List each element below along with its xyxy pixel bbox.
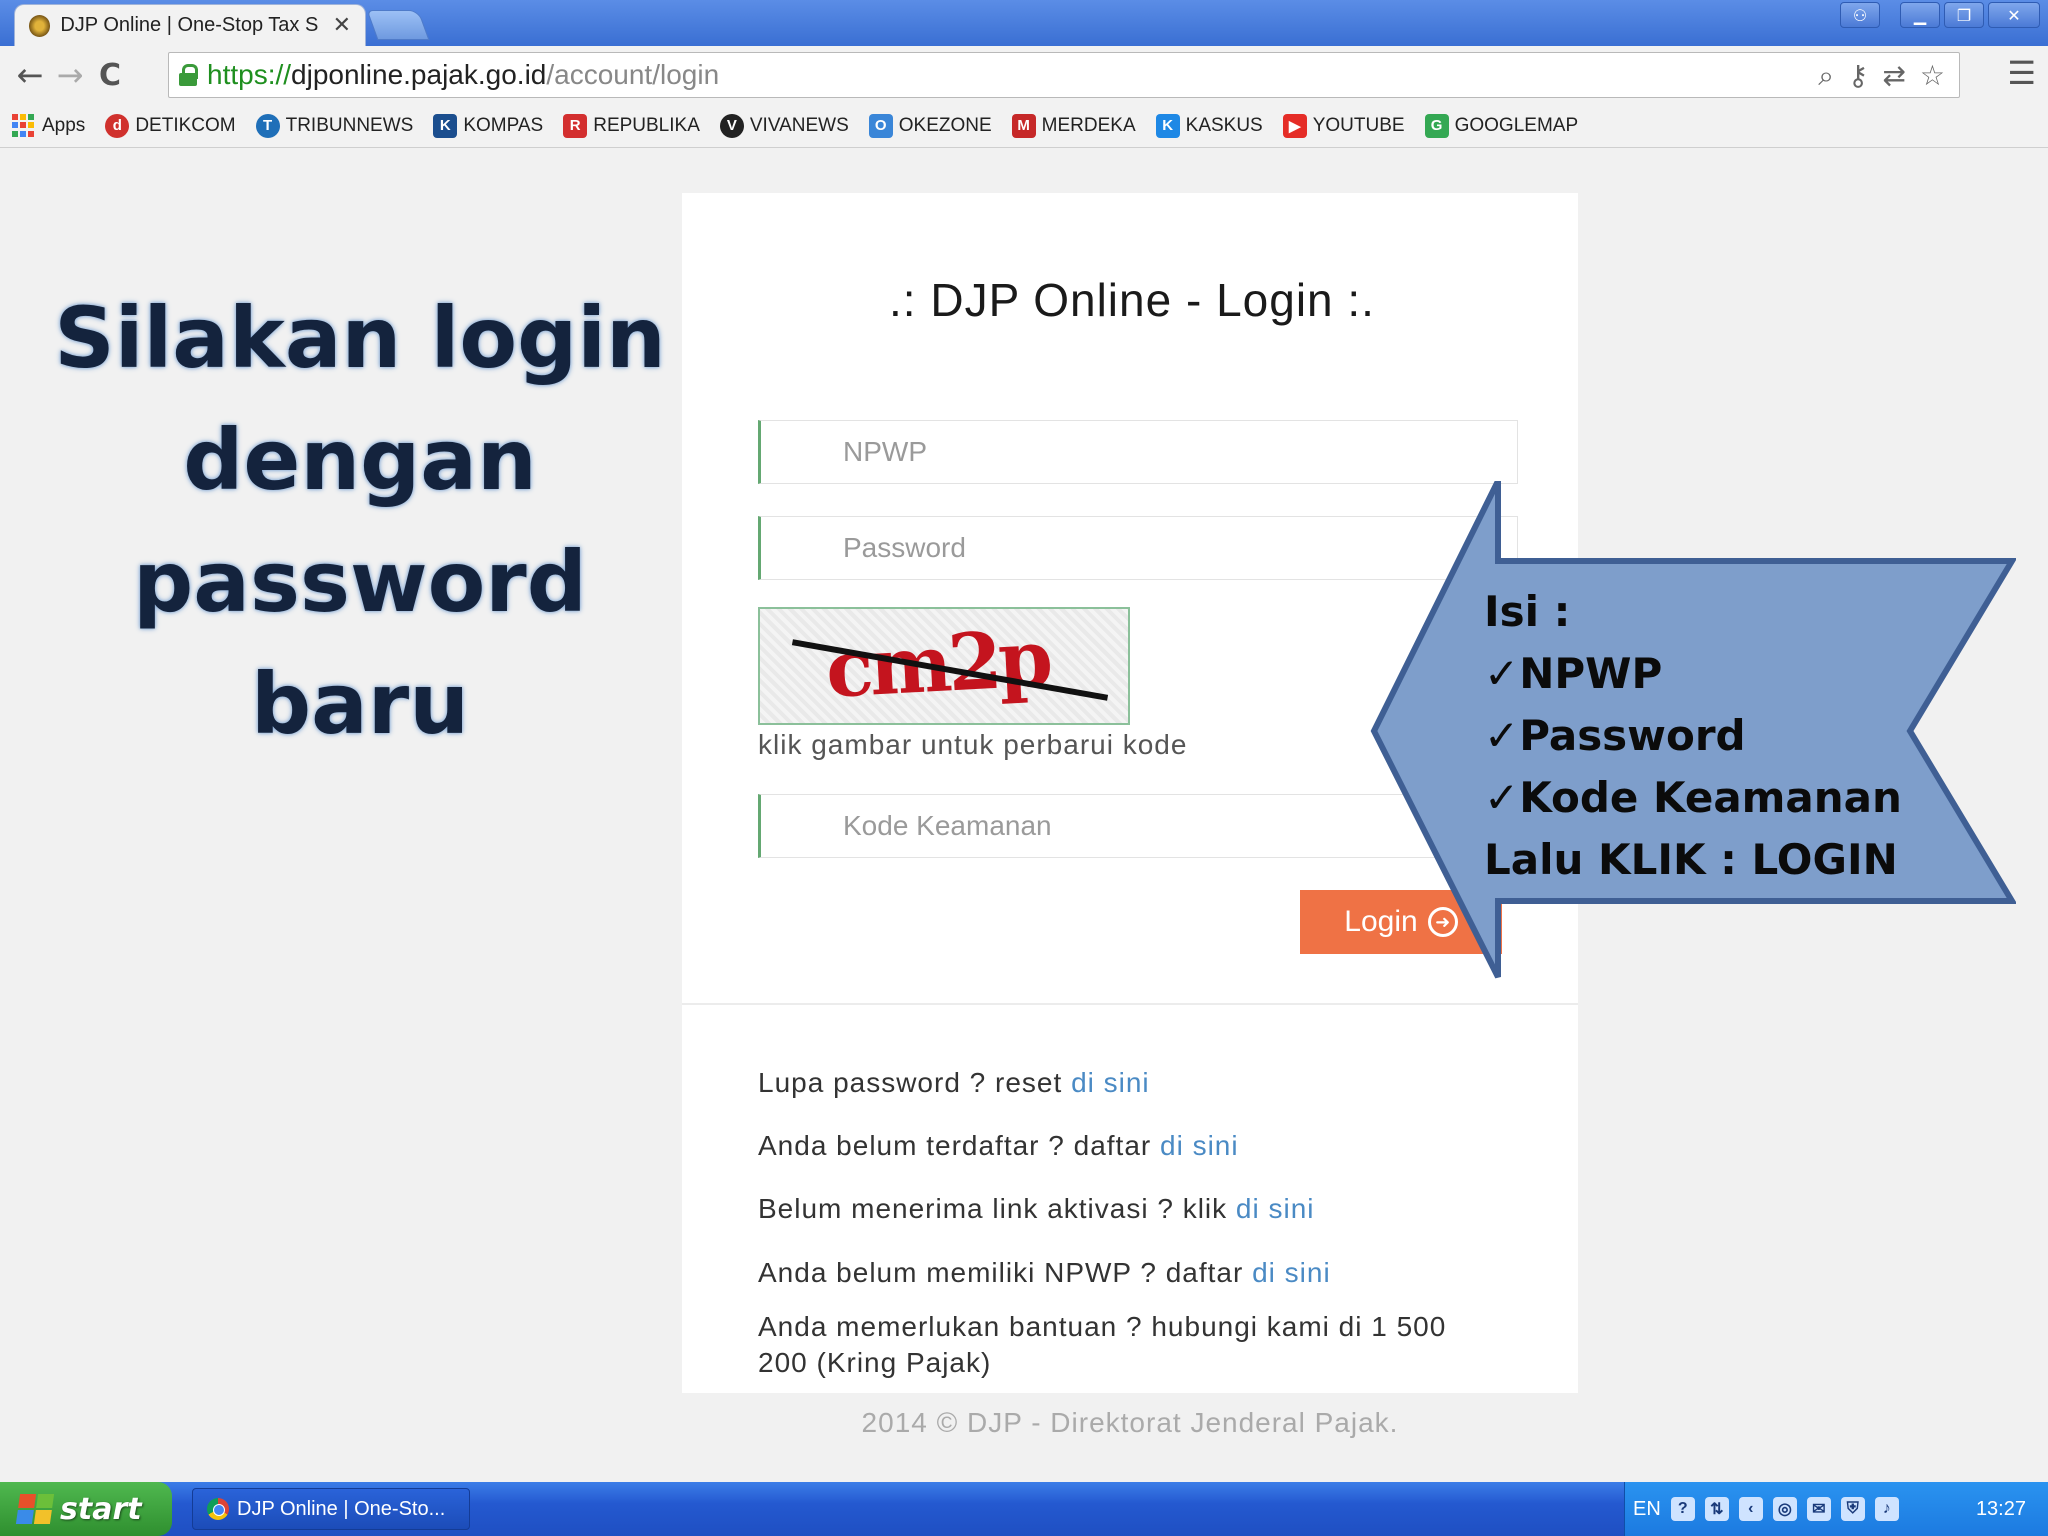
forgot-password-line: Lupa password ? reset di sini: [758, 1067, 1150, 1098]
bookmark-republika[interactable]: R REPUBLIKA: [563, 113, 700, 138]
bookmark-kompas[interactable]: K KOMPAS: [433, 113, 543, 138]
key-icon[interactable]: ⚷: [1848, 59, 1869, 93]
clock: 13:27: [1975, 1497, 2026, 1520]
address-bar[interactable]: https://djponline.pajak.go.id/account/lo…: [168, 52, 1960, 98]
captcha-hint: klik gambar untuk perbarui kode: [758, 729, 1188, 760]
bookmark-vivanews[interactable]: V VIVANEWS: [719, 113, 849, 138]
taskbar-chrome-window[interactable]: DJP Online | One-Sto...: [192, 1488, 470, 1530]
googlemap-icon: G: [1424, 113, 1449, 138]
instruction-callout: Isi : ✓NPWP ✓Password ✓Kode Keamanan Lal…: [1364, 481, 2016, 981]
tray-expand-icon[interactable]: ‹: [1738, 1497, 1763, 1521]
new-tab-button[interactable]: [366, 10, 430, 40]
npwp-register-line: Anda belum memiliki NPWP ? daftar di sin…: [758, 1257, 1331, 1288]
page-footer: 2014 © DJP - Direktorat Jenderal Pajak.: [861, 1407, 1399, 1438]
antivirus-icon[interactable]: ⛨: [1840, 1497, 1865, 1521]
resend-activation-link[interactable]: di sini: [1236, 1193, 1315, 1224]
register-link[interactable]: di sini: [1160, 1130, 1239, 1161]
bookmark-kaskus[interactable]: K KASKUS: [1155, 113, 1263, 138]
browser-toolbar: ← → C https://djponline.pajak.go.id/acco…: [0, 46, 2048, 104]
system-tray: EN ? ⇅ ‹ ◎ ✉ ⛨ ♪ 13:27: [1624, 1482, 2048, 1536]
kaskus-icon: K: [1155, 113, 1180, 138]
chrome-menu-icon[interactable]: ☰: [2007, 54, 2036, 92]
activation-line: Belum menerima link aktivasi ? klik di s…: [758, 1193, 1315, 1224]
help-text: Anda memerlukan bantuan ? hubungi kami d…: [758, 1311, 1447, 1378]
language-indicator[interactable]: EN: [1633, 1498, 1661, 1521]
bookmark-tribunnews[interactable]: T TRIBUNNEWS: [255, 113, 413, 138]
reset-password-link[interactable]: di sini: [1071, 1067, 1150, 1098]
minimize-button[interactable]: ▁: [1900, 2, 1940, 28]
bookmark-merdeka[interactable]: M MERDEKA: [1011, 113, 1136, 138]
volume-icon[interactable]: ♪: [1874, 1497, 1899, 1521]
chrome-icon: [207, 1498, 229, 1520]
back-button[interactable]: ←: [10, 55, 50, 95]
restore-button[interactable]: ❐: [1944, 2, 1984, 28]
messenger-icon[interactable]: ✉: [1806, 1497, 1831, 1521]
npwp-register-link[interactable]: di sini: [1252, 1257, 1331, 1288]
bookmarks-bar: Apps d DETIKCOM T TRIBUNNEWS K KOMPAS R REPU…: [0, 104, 2048, 148]
okezone-icon: O: [868, 113, 893, 138]
bookmark-detikcom[interactable]: d DETIKCOM: [105, 113, 236, 138]
site-favicon-icon: [29, 14, 51, 37]
bookmark-youtube[interactable]: ▶ YOUTUBE: [1282, 113, 1405, 138]
vivanews-icon: V: [719, 113, 744, 138]
translate-icon[interactable]: ⇄: [1882, 59, 1905, 93]
reload-button[interactable]: C: [90, 55, 130, 95]
bookmark-apps[interactable]: Apps: [12, 113, 85, 138]
bookmark-okezone[interactable]: O OKEZONE: [868, 113, 992, 138]
tab-close-icon[interactable]: ✕: [333, 13, 351, 38]
forward-button[interactable]: →: [50, 55, 90, 95]
bookmark-googlemap[interactable]: G GOOGLEMAP: [1424, 113, 1578, 138]
merdeka-icon: M: [1011, 113, 1036, 138]
windows-logo-icon: [15, 1494, 55, 1524]
window-close-button[interactable]: ✕: [1988, 2, 2040, 28]
url-text: https://djponline.pajak.go.id/account/lo…: [207, 59, 720, 90]
apps-grid-icon: [12, 113, 36, 138]
youtube-icon: ▶: [1282, 113, 1307, 138]
start-button[interactable]: start: [0, 1482, 172, 1536]
tab-title: DJP Online | One-Stop Tax S: [60, 14, 319, 36]
card-divider: [682, 1003, 1578, 1005]
network-icon[interactable]: ⇅: [1704, 1497, 1729, 1521]
login-title: .: DJP Online - Login :.: [889, 274, 1375, 326]
tribunnews-icon: T: [255, 113, 280, 138]
republika-icon: R: [563, 113, 588, 138]
detikcom-icon: d: [105, 113, 130, 138]
windows-taskbar: start DJP Online | One-Sto... EN ? ⇅ ‹ ◎…: [0, 1482, 2048, 1536]
callout-text: Isi : ✓NPWP ✓Password ✓Kode Keamanan Lal…: [1484, 587, 1902, 884]
lock-icon: [179, 64, 198, 86]
instruction-headline: Silakan login dengan password baru: [54, 289, 666, 753]
kompas-icon: K: [433, 113, 458, 138]
profile-button[interactable]: ⚇: [1840, 2, 1880, 28]
zoom-icon[interactable]: ⌕: [1818, 59, 1834, 93]
window-titlebar: DJP Online | One-Stop Tax S ✕ ⚇ ▁ ❐ ✕: [0, 0, 2048, 46]
browser-tab[interactable]: DJP Online | One-Stop Tax S ✕: [14, 4, 366, 46]
page-content: Silakan login dengan password baru .: DJ…: [0, 149, 2048, 1482]
captcha-image[interactable]: cm2p: [758, 607, 1130, 725]
npwp-input[interactable]: NPWP: [758, 420, 1518, 484]
help-icon[interactable]: ?: [1670, 1497, 1695, 1521]
tray-app-icon[interactable]: ◎: [1772, 1497, 1797, 1521]
bookmark-star-icon[interactable]: ☆: [1920, 59, 1945, 93]
register-line: Anda belum terdaftar ? daftar di sini: [758, 1130, 1239, 1161]
